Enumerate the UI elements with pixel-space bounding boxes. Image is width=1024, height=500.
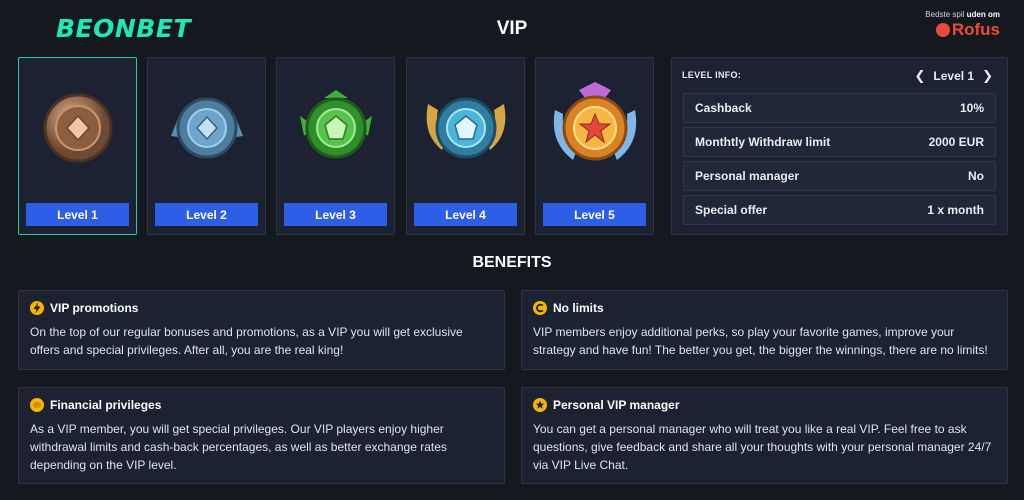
level-5-button[interactable]: Level 5 <box>543 203 646 226</box>
benefit-title: VIP promotions <box>50 301 139 315</box>
info-row-value: No <box>968 169 984 183</box>
benefit-title: No limits <box>553 301 604 315</box>
info-row-label: Personal manager <box>695 169 800 183</box>
level-card-3[interactable]: Level 3 <box>276 57 395 235</box>
benefit-title: Personal VIP manager <box>553 398 680 412</box>
level-3-button[interactable]: Level 3 <box>284 203 387 226</box>
benefit-financial-privileges: Financial privileges As a VIP member, yo… <box>18 387 505 484</box>
rofus-badge[interactable]: Bedste spil uden om Rofus <box>910 10 1000 40</box>
benefit-title: Financial privileges <box>50 398 162 412</box>
chevron-right-icon[interactable]: ❯ <box>982 68 993 84</box>
benefit-text: VIP members enjoy additional perks, so p… <box>533 325 988 357</box>
info-row-cashback: Cashback 10% <box>683 93 996 123</box>
info-row-value: 10% <box>959 101 984 115</box>
benefits-title: BENEFITS <box>472 254 552 271</box>
chevron-left-icon[interactable]: ❮ <box>914 68 925 84</box>
benefit-personal-vip-manager: Personal VIP manager You can get a perso… <box>521 387 1008 484</box>
info-row-withdraw-limit: Monthtly Withdraw limit 2000 EUR <box>683 127 996 157</box>
info-row-value: 1 x month <box>927 203 984 217</box>
info-row-special-offer: Special offer 1 x month <box>683 195 996 225</box>
coin-c-icon <box>533 301 547 315</box>
level-card-1[interactable]: Level 1 <box>18 57 137 235</box>
level-card-4[interactable]: Level 4 <box>406 57 525 235</box>
benefit-text: As a VIP member, you will get special pr… <box>30 422 447 472</box>
page-title: VIP <box>496 18 528 39</box>
steel-badge-icon <box>170 97 243 159</box>
level-4-button[interactable]: Level 4 <box>414 203 517 226</box>
current-level-label: Level 1 <box>933 69 975 83</box>
level-info-panel: LEVEL INFO: ❮ Level 1 ❯ Cashback 10% Mon… <box>671 57 1008 235</box>
rofus-dot-icon <box>935 23 950 37</box>
gold-badge-icon <box>553 82 636 161</box>
coin-icon <box>30 398 44 412</box>
level-card-5[interactable]: Level 5 <box>535 57 654 235</box>
level-info-heading: LEVEL INFO: <box>682 70 742 80</box>
level-navigator: ❮ Level 1 ❯ <box>914 68 993 84</box>
benefit-text: On the top of our regular bonuses and pr… <box>30 325 463 357</box>
info-row-personal-manager: Personal manager No <box>683 161 996 191</box>
lightning-icon <box>30 301 44 315</box>
rofus-tagline: Bedste spil uden om <box>925 10 1000 19</box>
level-1-button[interactable]: Level 1 <box>26 203 129 226</box>
info-row-label: Special offer <box>695 203 768 217</box>
bronze-badge-icon <box>43 93 112 163</box>
info-row-value: 2000 EUR <box>928 135 984 149</box>
sapphire-badge-icon <box>426 97 505 159</box>
rofus-brand: Rofus <box>951 20 1000 39</box>
benefit-vip-promotions: VIP promotions On the top of our regular… <box>18 290 505 370</box>
info-row-label: Cashback <box>695 101 752 115</box>
emerald-badge-icon <box>299 90 372 159</box>
level-card-2[interactable]: Level 2 <box>147 57 266 235</box>
level-2-button[interactable]: Level 2 <box>155 203 258 226</box>
info-row-label: Monthtly Withdraw limit <box>695 135 831 149</box>
benefit-no-limits: No limits VIP members enjoy additional p… <box>521 290 1008 370</box>
benefit-text: You can get a personal manager who will … <box>533 422 992 472</box>
star-icon <box>533 398 547 412</box>
